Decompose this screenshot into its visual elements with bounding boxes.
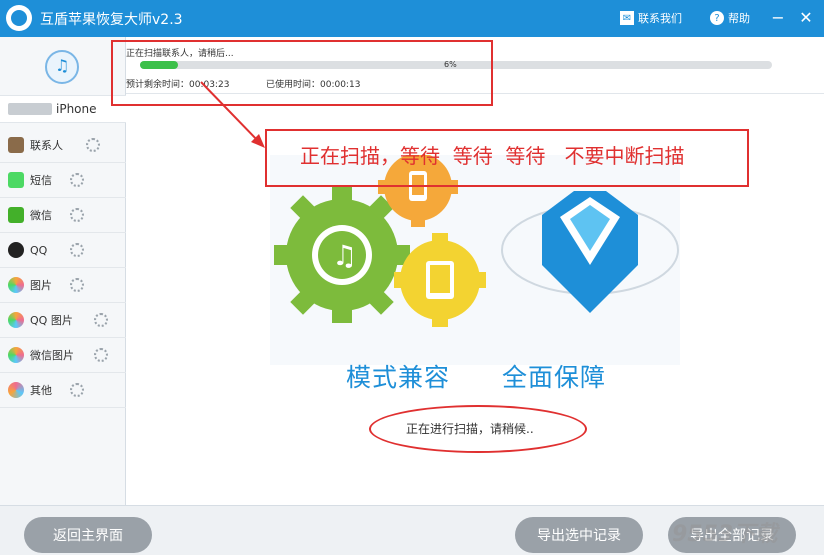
sidebar-item-wechat[interactable]: 微信 bbox=[0, 198, 126, 233]
app-title: 互盾苹果恢复大师v2.3 bbox=[40, 12, 183, 28]
loading-spinner-icon bbox=[70, 243, 84, 257]
loading-spinner-icon bbox=[86, 138, 100, 152]
loading-spinner-icon bbox=[70, 278, 84, 292]
wechat-icon bbox=[8, 207, 24, 223]
slogan-guarantee: 全面保障 bbox=[502, 363, 607, 392]
sidebar-item-label: 短信 bbox=[30, 174, 52, 187]
loading-spinner-icon bbox=[70, 173, 84, 187]
device-selector[interactable]: iPhone bbox=[0, 95, 126, 123]
scanning-text-highlight-ellipse bbox=[369, 405, 587, 453]
minimize-icon[interactable]: − bbox=[768, 8, 788, 28]
sidebar-item-label: 联系人 bbox=[30, 139, 63, 152]
app-logo-icon bbox=[6, 5, 32, 31]
scan-illustration: ♫ bbox=[270, 155, 680, 365]
slogan-compatible: 模式兼容 bbox=[346, 363, 451, 392]
sidebar-item-label: 图片 bbox=[30, 279, 52, 292]
help-label: 帮助 bbox=[728, 12, 750, 25]
contacts-icon bbox=[8, 137, 24, 153]
category-list: 联系人 短信 微信 QQ 图片 QQ 图片 微信图片 其他 bbox=[0, 128, 126, 408]
sidebar-item-label: 微信图片 bbox=[30, 349, 74, 362]
other-icon bbox=[8, 382, 24, 398]
device-name: iPhone bbox=[56, 102, 97, 116]
sidebar-item-photos[interactable]: 图片 bbox=[0, 268, 126, 303]
loading-spinner-icon bbox=[94, 313, 108, 327]
annotation-arrow-icon bbox=[200, 81, 265, 148]
sidebar-item-qq[interactable]: QQ bbox=[0, 233, 126, 268]
loading-spinner-icon bbox=[70, 383, 84, 397]
contact-us-label: 联系我们 bbox=[638, 12, 682, 25]
loading-spinner-icon bbox=[94, 348, 108, 362]
back-to-main-button[interactable]: 返回主界面 bbox=[24, 517, 152, 553]
sidebar-item-qq-photos[interactable]: QQ 图片 bbox=[0, 303, 126, 338]
sms-icon bbox=[8, 172, 24, 188]
warning-annotation: 正在扫描，等待 等待 等待 不要中断扫描 bbox=[300, 144, 685, 168]
scan-status: 正在扫描联系人，请稍后... bbox=[126, 49, 234, 59]
progress-percent: 6% bbox=[444, 60, 457, 69]
question-icon: ? bbox=[710, 11, 724, 25]
progress-fill bbox=[140, 61, 178, 69]
sidebar-item-label: 其他 bbox=[30, 384, 52, 397]
help-button[interactable]: ? 帮助 bbox=[710, 10, 750, 26]
sidebar-item-wechat-photos[interactable]: 微信图片 bbox=[0, 338, 126, 373]
sidebar-item-label: QQ 图片 bbox=[30, 314, 73, 327]
site-watermark: 9553下载 bbox=[672, 522, 778, 547]
itunes-disc-icon bbox=[45, 50, 79, 84]
sidebar-item-other[interactable]: 其他 bbox=[0, 373, 126, 408]
contact-us-button[interactable]: ✉ 联系我们 bbox=[620, 10, 682, 26]
sidebar-item-label: 微信 bbox=[30, 209, 52, 222]
sidebar-item-sms[interactable]: 短信 bbox=[0, 163, 126, 198]
device-name-redacted bbox=[8, 103, 52, 115]
photos-icon bbox=[8, 277, 24, 293]
wechat-photos-icon bbox=[8, 347, 24, 363]
loading-spinner-icon bbox=[70, 208, 84, 222]
elapsed-time: 已使用时间：00:00:13 bbox=[266, 80, 361, 90]
sidebar-item-label: QQ bbox=[30, 243, 48, 257]
export-selected-button[interactable]: 导出选中记录 bbox=[515, 517, 643, 553]
green-gear-music-icon: ♫ bbox=[274, 187, 410, 323]
title-bar: 互盾苹果恢复大师v2.3 ✉ 联系我们 ? 帮助 − ✕ bbox=[0, 0, 824, 37]
qq-icon bbox=[8, 242, 24, 258]
qq-photos-icon bbox=[8, 312, 24, 328]
sidebar-item-contacts[interactable]: 联系人 bbox=[0, 128, 126, 163]
svg-text:♫: ♫ bbox=[332, 239, 357, 272]
close-icon[interactable]: ✕ bbox=[796, 8, 816, 28]
chat-icon: ✉ bbox=[620, 11, 634, 25]
